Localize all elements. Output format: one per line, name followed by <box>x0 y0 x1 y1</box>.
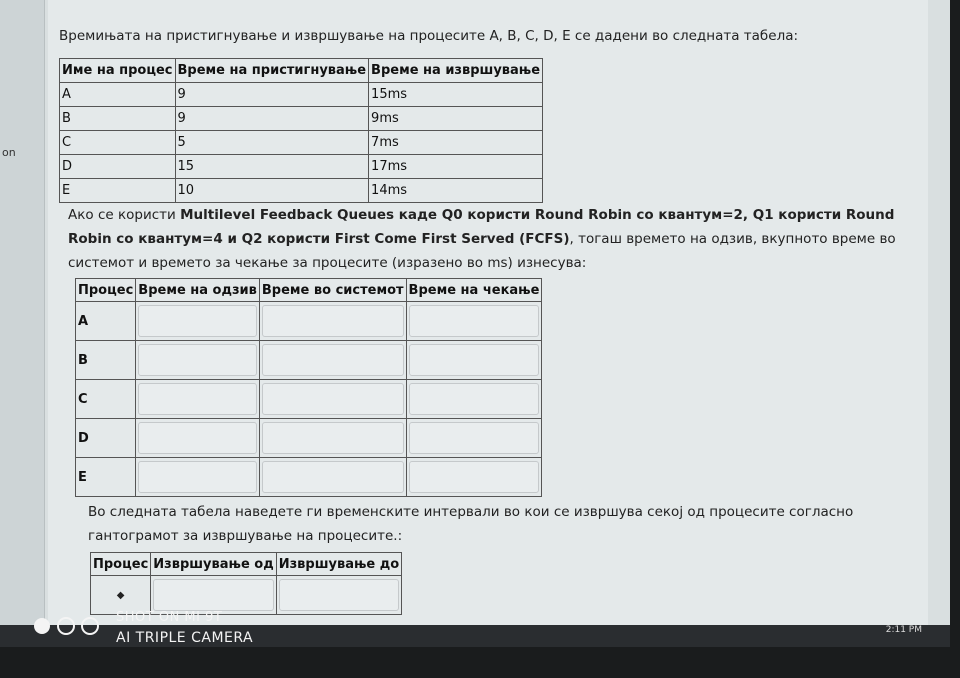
table-row: D 15 17ms <box>59 154 544 179</box>
column-header: Време на одзив <box>135 278 260 302</box>
turnaround-time-input[interactable] <box>261 422 404 454</box>
answer-table: Процес Време на одзив Време во системот … <box>74 278 543 497</box>
waiting-time-cell <box>405 340 543 380</box>
process-label: C <box>74 379 137 419</box>
table-row: E <box>74 457 543 497</box>
sort-icon[interactable]: ◆ <box>93 590 148 601</box>
cell-arrival: 5 <box>174 130 370 155</box>
waiting-time-cell <box>405 418 543 458</box>
process-select-cell: ◆ <box>89 575 152 615</box>
table-row: A 9 15ms <box>59 82 544 107</box>
cell-burst: 9ms <box>368 106 544 131</box>
question-text: Ако се користи Multilevel Feedback Queue… <box>68 203 928 275</box>
column-header: Извршување од <box>150 552 277 576</box>
process-label: E <box>74 457 137 497</box>
table-row: A <box>74 301 543 341</box>
turnaround-time-cell <box>258 418 407 458</box>
waiting-time-input[interactable] <box>408 383 540 415</box>
cell-burst: 7ms <box>368 130 544 155</box>
table-row: ◆ <box>89 575 403 615</box>
cell-burst: 17ms <box>368 154 544 179</box>
end-time-input[interactable] <box>278 579 400 611</box>
cell-process: D <box>59 154 176 179</box>
column-header: Процес <box>74 278 137 302</box>
question-intro: Времињата на пристигнување и извршување … <box>59 28 799 44</box>
waiting-time-cell <box>405 301 543 341</box>
response-time-cell <box>135 340 260 380</box>
cell-arrival: 15 <box>174 154 370 179</box>
column-header: Процес <box>89 552 152 576</box>
waiting-time-cell <box>405 379 543 419</box>
table-row: D <box>74 418 543 458</box>
question-text-part1: Ако се користи <box>68 207 181 223</box>
table-header-row: Процес Извршување од Извршување до <box>89 552 403 576</box>
cell-process: C <box>59 130 176 155</box>
response-time-cell <box>135 379 260 419</box>
turnaround-time-input[interactable] <box>261 461 404 493</box>
cell-burst: 15ms <box>368 82 544 107</box>
cell-arrival: 9 <box>174 106 370 131</box>
cell-arrival: 9 <box>174 82 370 107</box>
cell-arrival: 10 <box>174 178 370 203</box>
watermark-circles-icon <box>34 617 99 635</box>
taskbar-clock: 2:11 PM <box>885 625 922 635</box>
cell-process: B <box>59 106 176 131</box>
table-header-row: Процес Време на одзив Време во системот … <box>74 278 543 302</box>
screen: on Времињата на пристигнување и извршува… <box>0 0 950 625</box>
column-header: Време на чекање <box>405 278 543 302</box>
turnaround-time-cell <box>258 379 407 419</box>
process-label: D <box>74 418 137 458</box>
column-header: Време на пристигнување <box>174 58 370 83</box>
left-panel-label: on <box>2 146 16 159</box>
end-time-cell <box>275 575 403 615</box>
turnaround-time-cell <box>258 340 407 380</box>
cell-process: A <box>59 82 176 107</box>
process-label: A <box>74 301 137 341</box>
waiting-time-input[interactable] <box>408 344 540 376</box>
table-row: C 5 7ms <box>59 130 544 155</box>
response-time-input[interactable] <box>138 422 257 454</box>
waiting-time-input[interactable] <box>408 422 540 454</box>
response-time-input[interactable] <box>138 305 257 337</box>
watermark-line1: SHOT ON MI 9T <box>116 610 223 625</box>
waiting-time-cell <box>405 457 543 497</box>
response-time-input[interactable] <box>138 461 257 493</box>
process-table: Име на процес Време на пристигнување Вре… <box>59 58 544 203</box>
column-header: Време на извршување <box>368 58 544 83</box>
turnaround-time-input[interactable] <box>261 383 404 415</box>
table-row: B 9 9ms <box>59 106 544 131</box>
response-time-input[interactable] <box>138 344 257 376</box>
gantt-instruction: Во следната табела наведете ги временски… <box>88 504 854 544</box>
turnaround-time-cell <box>258 301 407 341</box>
left-panel: on <box>0 0 45 625</box>
response-time-cell <box>135 457 260 497</box>
table-row: B <box>74 340 543 380</box>
table-row: C <box>74 379 543 419</box>
response-time-cell <box>135 301 260 341</box>
column-header: Време во системот <box>258 278 407 302</box>
table-row: E 10 14ms <box>59 178 544 203</box>
start-time-input[interactable] <box>153 579 274 611</box>
quiz-content: Времињата на пристигнување и извршување … <box>48 0 928 625</box>
gantt-table: Процес Извршување од Извршување до ◆ <box>89 552 403 615</box>
response-time-input[interactable] <box>138 383 257 415</box>
waiting-time-input[interactable] <box>408 461 540 493</box>
process-label: B <box>74 340 137 380</box>
turnaround-time-cell <box>258 457 407 497</box>
response-time-cell <box>135 418 260 458</box>
turnaround-time-input[interactable] <box>261 344 404 376</box>
cell-burst: 14ms <box>368 178 544 203</box>
waiting-time-input[interactable] <box>408 305 540 337</box>
column-header: Име на процес <box>59 58 176 83</box>
start-time-cell <box>150 575 277 615</box>
cell-process: E <box>59 178 176 203</box>
column-header: Извршување до <box>275 552 403 576</box>
turnaround-time-input[interactable] <box>261 305 404 337</box>
watermark-line2: AI TRIPLE CAMERA <box>116 630 254 646</box>
table-header-row: Име на процес Време на пристигнување Вре… <box>59 58 544 83</box>
